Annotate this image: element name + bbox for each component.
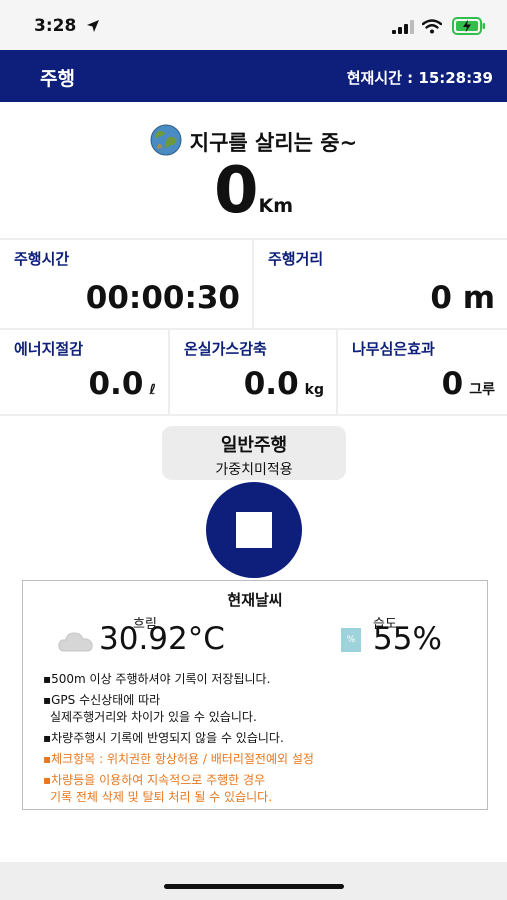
signal-icon: [392, 20, 414, 34]
ghg-reduction-unit: kg: [304, 382, 324, 398]
ghg-reduction-cell: 온실가스감축 0.0 kg: [170, 330, 336, 414]
notice-line: ▪GPS 수신상태에 따라: [43, 693, 161, 707]
distance-summary: 지구를 살리는 중~ 0 Km: [0, 102, 507, 238]
notice-list: ▪500m 이상 주행하셔야 기록이 저장됩니다. ▪GPS 수신상태에 따라실제…: [43, 671, 473, 810]
drive-distance-value: 0 m: [430, 280, 495, 316]
notice-item: ▪차량등을 이용하여 지속적으로 주행한 경우기록 전체 삭제 및 탈퇴 처리 …: [43, 772, 473, 806]
status-time: 3:28: [34, 16, 77, 36]
energy-saving-unit: ℓ: [149, 382, 156, 398]
notice-line: ▪차량등을 이용하여 지속적으로 주행한 경우: [43, 773, 266, 787]
energy-saving-cell: 에너지절감 0.0 ℓ: [0, 330, 168, 414]
weather-title: 현재날씨: [227, 591, 283, 609]
tree-effect-number: 0: [441, 366, 464, 402]
energy-saving-label: 에너지절감: [14, 340, 84, 358]
drive-mode-button[interactable]: 일반주행 가중치미적용: [162, 426, 346, 480]
status-bar: 3:28: [0, 0, 507, 50]
tree-effect-unit: 그루: [469, 382, 495, 398]
ghg-reduction-number: 0.0: [243, 366, 299, 402]
weather-card: 현재날씨 흐림 30.92°C 습도 % 55% ▪500m 이상 주행하셔야 …: [22, 580, 488, 810]
drive-distance-label: 주행거리: [268, 250, 324, 268]
notice-line: 실제주행거리와 차이가 있을 수 있습니다.: [50, 710, 257, 724]
cloud-icon: [58, 632, 93, 652]
drive-time-label: 주행시간: [14, 250, 70, 268]
earth-globe-icon: [150, 124, 182, 156]
ghg-reduction-label: 온실가스감축: [184, 340, 267, 358]
notice-item: ▪차량주행시 기록에 반영되지 않을 수 있습니다.: [43, 730, 473, 747]
drive-mode-title: 일반주행: [220, 435, 288, 456]
page-title: 주행: [40, 68, 75, 90]
tree-effect-cell: 나무심은효과 0 그루: [338, 330, 507, 414]
wifi-icon: [422, 19, 442, 34]
home-indicator: [164, 884, 344, 889]
app-header: 주행 현재시간 : 15:28:39: [0, 50, 507, 102]
energy-saving-number: 0.0: [88, 366, 144, 402]
total-distance-value: 0: [213, 154, 259, 228]
location-arrow-icon: [87, 20, 99, 32]
notice-line: 기록 전체 삭제 및 탈퇴 처리 될 수 있습니다.: [50, 790, 273, 804]
total-distance-unit: Km: [258, 195, 294, 217]
tree-effect-label: 나무심은효과: [352, 340, 435, 358]
notice-line: ▪500m 이상 주행하셔야 기록이 저장됩니다.: [43, 672, 271, 686]
temperature-value: 30.92°C: [99, 621, 225, 657]
slogan-text: 지구를 살리는 중~: [189, 131, 358, 155]
total-distance: 0 Km: [0, 154, 507, 228]
notice-item: ▪500m 이상 주행하셔야 기록이 저장됩니다.: [43, 671, 473, 688]
drive-time-value: 00:00:30: [85, 280, 240, 316]
ghg-reduction-value: 0.0 kg: [244, 366, 324, 402]
notice-item: ▪체크항목 : 위치권한 항상허용 / 배터리절전예외 설정: [43, 751, 473, 768]
drive-time-cell: 주행시간 00:00:30: [0, 240, 252, 328]
stop-square-icon: [236, 512, 272, 548]
drive-mode-subtitle: 가중치미적용: [215, 462, 293, 478]
notice-item: ▪GPS 수신상태에 따라실제주행거리와 차이가 있을 수 있습니다.: [43, 692, 473, 726]
notice-line: ▪체크항목 : 위치권한 항상허용 / 배터리절전예외 설정: [43, 752, 314, 766]
battery-charging-icon: [452, 17, 485, 35]
energy-saving-value: 0.0 ℓ: [88, 366, 156, 402]
tree-effect-value: 0 그루: [442, 366, 495, 402]
humidity-value: 55%: [373, 621, 442, 657]
slogan: 지구를 살리는 중~: [0, 124, 507, 157]
notice-line: ▪차량주행시 기록에 반영되지 않을 수 있습니다.: [43, 731, 284, 745]
humidity-icon: %: [341, 628, 361, 652]
drive-distance-cell: 주행거리 0 m: [254, 240, 507, 328]
current-time: 현재시간 : 15:28:39: [346, 69, 493, 87]
